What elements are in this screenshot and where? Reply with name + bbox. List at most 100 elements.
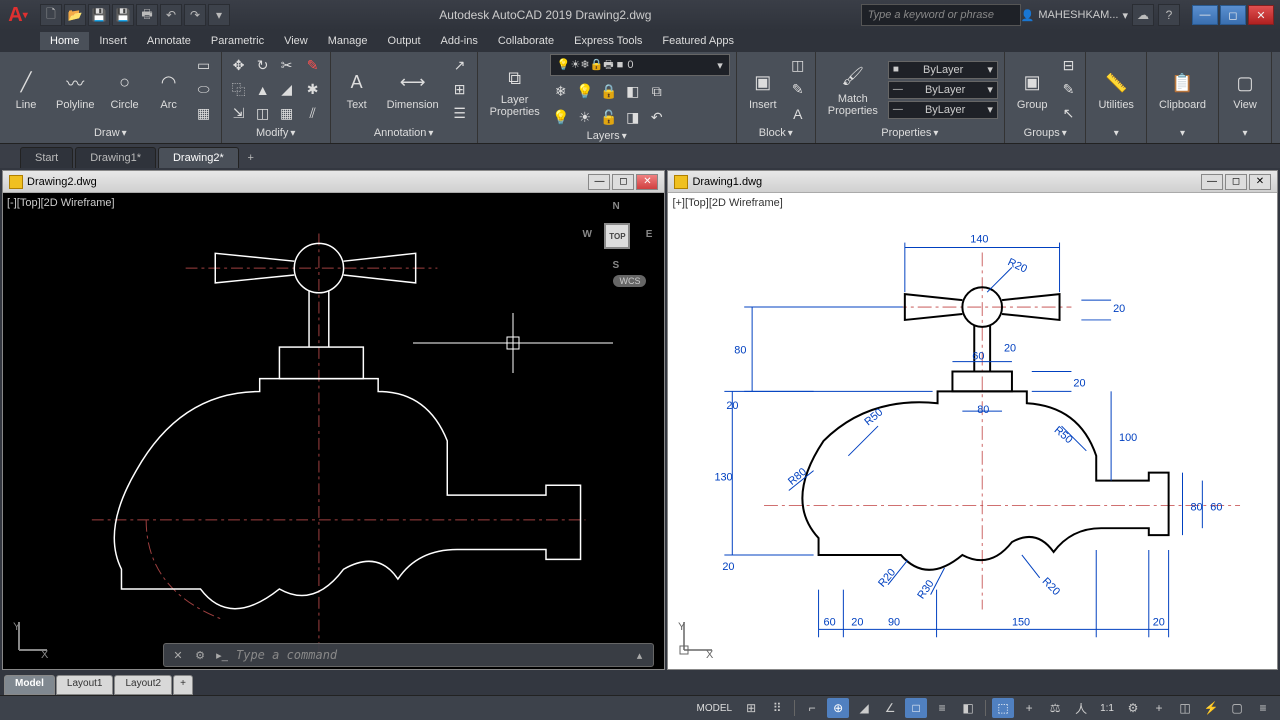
osnap-icon[interactable]: □ bbox=[905, 698, 927, 718]
layer-properties-button[interactable]: ⧉Layer Properties bbox=[484, 62, 546, 120]
layer-off-icon[interactable]: 💡 bbox=[574, 80, 596, 102]
tab-featured[interactable]: Featured Apps bbox=[652, 32, 744, 50]
vp-maximize-button[interactable]: ◻ bbox=[1225, 174, 1247, 190]
canvas-right[interactable]: [+][Top][2D Wireframe] bbox=[668, 193, 1277, 669]
layer-on-icon[interactable]: 💡 bbox=[550, 106, 572, 128]
annotation-scale-icon[interactable]: ⚖ bbox=[1044, 698, 1066, 718]
layer-lock-icon[interactable]: 🔒 bbox=[598, 80, 620, 102]
cmd-options-icon[interactable]: ⚙ bbox=[192, 647, 208, 663]
scale-label[interactable]: 1:1 bbox=[1096, 703, 1118, 714]
annotation-visibility-icon[interactable]: 人 bbox=[1070, 698, 1092, 718]
layout1-tab[interactable]: Layout1 bbox=[56, 675, 114, 695]
saveas-icon[interactable]: 💾 bbox=[112, 4, 134, 26]
layer-freeze-icon[interactable]: ❄ bbox=[550, 80, 572, 102]
edit-block-icon[interactable]: ✎ bbox=[787, 79, 809, 101]
erase-icon[interactable]: ✎ bbox=[302, 55, 324, 77]
help-search[interactable]: Type a keyword or phrase bbox=[861, 4, 1021, 26]
dimension-button[interactable]: ⟷Dimension bbox=[381, 67, 445, 113]
help-icon[interactable]: ? bbox=[1158, 4, 1180, 26]
hatch-icon[interactable]: ▦ bbox=[193, 103, 215, 125]
undo-icon[interactable]: ↶ bbox=[160, 4, 182, 26]
tab-view[interactable]: View bbox=[274, 32, 318, 50]
tab-annotate[interactable]: Annotate bbox=[137, 32, 201, 50]
polar-icon[interactable]: ⊕ bbox=[827, 698, 849, 718]
mirror-icon[interactable]: ▲ bbox=[252, 79, 274, 101]
scale-icon[interactable]: ◫ bbox=[252, 103, 274, 125]
doc-tab-start[interactable]: Start bbox=[20, 147, 73, 168]
group-select-icon[interactable]: ↖ bbox=[1057, 103, 1079, 125]
view-controls-right[interactable]: [+][Top][2D Wireframe] bbox=[672, 197, 782, 209]
line-button[interactable]: ╱Line bbox=[6, 67, 46, 113]
group-edit-icon[interactable]: ✎ bbox=[1057, 79, 1079, 101]
new-icon[interactable]: 🗋 bbox=[40, 4, 62, 26]
isolate-icon[interactable]: ◫ bbox=[1174, 698, 1196, 718]
attrib-icon[interactable]: A bbox=[787, 103, 809, 125]
rotate-icon[interactable]: ↻ bbox=[252, 55, 274, 77]
tab-output[interactable]: Output bbox=[378, 32, 431, 50]
leader-icon[interactable]: ↗ bbox=[449, 55, 471, 77]
circle-button[interactable]: ○Circle bbox=[105, 67, 145, 113]
text-button[interactable]: AText bbox=[337, 67, 377, 113]
isodraft-icon[interactable]: ◢ bbox=[853, 698, 875, 718]
vp-maximize-button[interactable]: ◻ bbox=[612, 174, 634, 190]
group-button[interactable]: ▣Group bbox=[1011, 67, 1054, 113]
view-button[interactable]: ▢View bbox=[1225, 67, 1265, 113]
utilities-button[interactable]: 📏Utilities bbox=[1092, 67, 1139, 113]
save-icon[interactable]: 💾 bbox=[88, 4, 110, 26]
customize-icon[interactable]: ≡ bbox=[1252, 698, 1274, 718]
transparency-icon[interactable]: ◧ bbox=[957, 698, 979, 718]
cmd-history-icon[interactable]: ▴ bbox=[631, 647, 647, 663]
ungroup-icon[interactable]: ⊟ bbox=[1057, 55, 1079, 77]
tab-collaborate[interactable]: Collaborate bbox=[488, 32, 564, 50]
layer-iso-icon[interactable]: ◧ bbox=[622, 80, 644, 102]
annotation-monitor-icon[interactable]: + bbox=[1148, 698, 1170, 718]
a360-icon[interactable]: ☁ bbox=[1132, 4, 1154, 26]
cmd-close-icon[interactable]: ✕ bbox=[170, 647, 186, 663]
new-drawing-button[interactable]: + bbox=[241, 148, 261, 168]
viewcube-top[interactable]: TOP bbox=[604, 223, 630, 249]
explode-icon[interactable]: ✱ bbox=[302, 79, 324, 101]
open-icon[interactable]: 📂 bbox=[64, 4, 86, 26]
model-tab[interactable]: Model bbox=[4, 675, 55, 695]
layer-unlock-icon[interactable]: 🔓 bbox=[598, 106, 620, 128]
qat-more-icon[interactable]: ▾ bbox=[208, 4, 230, 26]
minimize-button[interactable]: — bbox=[1192, 5, 1218, 25]
layer-prev-icon[interactable]: ↶ bbox=[646, 106, 668, 128]
clipboard-button[interactable]: 📋Clipboard bbox=[1153, 67, 1212, 113]
layout2-tab[interactable]: Layout2 bbox=[114, 675, 172, 695]
ellipse-icon[interactable]: ⬭ bbox=[193, 79, 215, 101]
command-line[interactable]: ✕ ⚙ ▸_ Type a command ▴ bbox=[163, 643, 654, 667]
model-space-toggle[interactable]: MODEL bbox=[693, 703, 737, 714]
lineweight-combo[interactable]: — ByLayer ▾ bbox=[888, 101, 998, 119]
canvas-left[interactable]: [-][Top][2D Wireframe] bbox=[3, 193, 664, 669]
viewcube[interactable]: N W E S TOP bbox=[582, 201, 652, 271]
layer-uniso-icon[interactable]: ◨ bbox=[622, 106, 644, 128]
layer-match-icon[interactable]: ⧉ bbox=[646, 80, 668, 102]
wcs-badge[interactable]: WCS bbox=[613, 275, 646, 287]
fillet-icon[interactable]: ◢ bbox=[276, 79, 298, 101]
ortho-icon[interactable]: ⌐ bbox=[801, 698, 823, 718]
osnap-tracking-icon[interactable]: ∠ bbox=[879, 698, 901, 718]
hardware-accel-icon[interactable]: ⚡ bbox=[1200, 698, 1222, 718]
maximize-button[interactable]: ◻ bbox=[1220, 5, 1246, 25]
dynamic-input-icon[interactable]: + bbox=[1018, 698, 1040, 718]
selection-cycling-icon[interactable]: ⬚ bbox=[992, 698, 1014, 718]
arc-button[interactable]: ◠Arc bbox=[149, 67, 189, 113]
close-button[interactable]: ✕ bbox=[1248, 5, 1274, 25]
add-layout-button[interactable]: + bbox=[173, 675, 193, 695]
doc-tab-drawing1[interactable]: Drawing1* bbox=[75, 147, 156, 168]
table-icon[interactable]: ⊞ bbox=[449, 79, 471, 101]
layer-thaw-icon[interactable]: ☀ bbox=[574, 106, 596, 128]
color-combo[interactable]: ■ ByLayer ▾ bbox=[888, 61, 998, 79]
copy-icon[interactable]: ⿻ bbox=[228, 79, 250, 101]
vp-minimize-button[interactable]: — bbox=[1201, 174, 1223, 190]
layer-combo[interactable]: 💡☀❄🔒🖶 ■ 0▾ bbox=[550, 54, 730, 76]
clean-screen-icon[interactable]: ▢ bbox=[1226, 698, 1248, 718]
stretch-icon[interactable]: ⇲ bbox=[228, 103, 250, 125]
vp-close-button[interactable]: ✕ bbox=[1249, 174, 1271, 190]
rectangle-icon[interactable]: ▭ bbox=[193, 55, 215, 77]
workspace-switch-icon[interactable]: ⚙ bbox=[1122, 698, 1144, 718]
tab-home[interactable]: Home bbox=[40, 32, 89, 50]
app-logo[interactable]: A▾ bbox=[4, 1, 32, 29]
snap-icon[interactable]: ⠿ bbox=[766, 698, 788, 718]
